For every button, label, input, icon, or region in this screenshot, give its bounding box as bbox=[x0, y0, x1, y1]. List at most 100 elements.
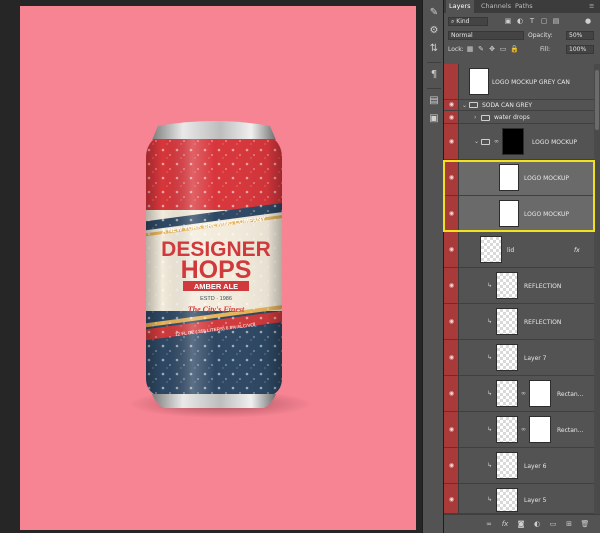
layer-row[interactable]: ◉ ⌄ SODA CAN GREY bbox=[444, 100, 594, 111]
eye-icon: ◉ bbox=[448, 426, 455, 433]
layer-row-selected[interactable]: ◉ LOGO MOCKUP bbox=[444, 160, 594, 196]
lock-position-icon[interactable]: ✥ bbox=[488, 45, 496, 53]
visibility-toggle[interactable]: ◉ bbox=[444, 111, 459, 123]
eye-icon: ◉ bbox=[448, 101, 455, 108]
layer-row[interactable]: ◉ › water drops bbox=[444, 111, 594, 124]
eye-icon: ◉ bbox=[448, 462, 455, 469]
filter-shape-icon[interactable]: ▢ bbox=[540, 17, 548, 25]
lock-pixels-icon[interactable]: ✎ bbox=[477, 45, 485, 53]
blend-mode-select[interactable]: Normal bbox=[448, 31, 524, 40]
layer-name: lid bbox=[507, 247, 515, 254]
layer-name: LOGO MOCKUP bbox=[532, 139, 578, 146]
eye-icon: ◉ bbox=[448, 210, 455, 217]
visibility-toggle[interactable]: ◉ bbox=[444, 376, 459, 411]
visibility-toggle[interactable]: ◉ bbox=[444, 340, 459, 375]
folder-icon bbox=[469, 102, 478, 108]
fx-icon[interactable]: fx bbox=[500, 519, 510, 529]
visibility-toggle[interactable]: ◉ bbox=[444, 232, 459, 267]
visibility-toggle[interactable]: ◉ bbox=[444, 412, 459, 447]
layers-panel: Layers Channels Paths ≡ ⌕ Kind ▣ ◐ T ▢ ▤… bbox=[444, 0, 600, 533]
filter-smart-object-icon[interactable]: ▤ bbox=[552, 17, 560, 25]
clipping-arrow-icon: ↳ bbox=[487, 426, 493, 433]
paragraph-icon[interactable]: ¶ bbox=[426, 68, 442, 82]
visibility-toggle[interactable]: ◉ bbox=[444, 268, 459, 303]
tab-channels[interactable]: Channels bbox=[478, 0, 514, 13]
clone-source-icon[interactable]: ⚙ bbox=[426, 24, 442, 38]
layer-row-selected[interactable]: ◉ LOGO MOCKUP bbox=[444, 196, 594, 232]
layers-scrollbar[interactable] bbox=[594, 64, 600, 514]
link-layers-icon[interactable]: ∞ bbox=[484, 519, 494, 529]
layer-row[interactable]: ◉ ↳ REFLECTION bbox=[444, 268, 594, 304]
visibility-toggle[interactable]: ◉ bbox=[444, 124, 459, 159]
new-group-icon[interactable]: ▭ bbox=[548, 519, 558, 529]
panel-menu-icon[interactable]: ≡ bbox=[586, 0, 597, 13]
layer-thumbnail bbox=[496, 272, 518, 299]
toolstrip-divider bbox=[427, 88, 441, 89]
lock-transparent-icon[interactable]: ▦ bbox=[466, 45, 474, 53]
layer-row[interactable]: ◉ ↳ REFLECTION bbox=[444, 304, 594, 340]
chevron-down-icon[interactable]: ⌄ bbox=[474, 138, 479, 145]
layer-row[interactable]: ◉ ↳ Layer 7 bbox=[444, 340, 594, 376]
can-tagline: The City's Finest bbox=[188, 305, 245, 314]
layer-thumbnail bbox=[499, 164, 519, 191]
properties-icon[interactable]: ▣ bbox=[426, 112, 442, 126]
fx-badge[interactable]: fx bbox=[574, 247, 580, 254]
layer-row[interactable]: ◉ ↳ Layer 6 bbox=[444, 448, 594, 484]
filter-pixel-icon[interactable]: ▣ bbox=[504, 17, 512, 25]
adjustment-layer-icon[interactable]: ◐ bbox=[532, 519, 542, 529]
layer-name: REFLECTION bbox=[524, 283, 562, 290]
folder-icon bbox=[481, 139, 490, 145]
visibility-toggle[interactable]: ◉ bbox=[444, 304, 459, 339]
add-mask-icon[interactable]: ◙ bbox=[516, 519, 526, 529]
filter-adjustment-icon[interactable]: ◐ bbox=[516, 17, 524, 25]
chevron-right-icon[interactable]: › bbox=[474, 114, 476, 121]
layer-thumbnail bbox=[496, 452, 518, 479]
layer-row[interactable]: ◉ ↳ Layer 5 bbox=[444, 484, 594, 514]
can-lid bbox=[152, 121, 276, 140]
fill-field[interactable]: 100% bbox=[566, 45, 594, 54]
layer-row[interactable]: ◉ ↳ ∞ Rectan... bbox=[444, 376, 594, 412]
adjustments-icon[interactable]: ⇅ bbox=[426, 42, 442, 56]
can-style-text: AMBER ALE bbox=[194, 282, 238, 291]
layer-row[interactable]: ◉ ⌄ ∞ LOGO MOCKUP bbox=[444, 124, 594, 160]
mask-thumbnail bbox=[529, 380, 551, 407]
layer-thumbnail bbox=[499, 200, 519, 227]
mask-thumbnail bbox=[502, 128, 524, 155]
libraries-icon[interactable]: ▤ bbox=[426, 94, 442, 108]
opacity-field[interactable]: 50% bbox=[566, 31, 594, 40]
scrollbar-thumb[interactable] bbox=[595, 70, 599, 130]
eye-icon: ◉ bbox=[448, 496, 455, 503]
panel-toolstrip: ✎ ⚙ ⇅ ¶ ▤ ▣ bbox=[422, 0, 444, 533]
tab-paths[interactable]: Paths bbox=[512, 0, 536, 13]
visibility-toggle[interactable]: ◉ bbox=[444, 100, 459, 110]
visibility-toggle[interactable] bbox=[444, 64, 459, 99]
eye-icon: ◉ bbox=[448, 354, 455, 361]
filter-type-icon[interactable]: T bbox=[528, 17, 536, 25]
brush-settings-icon[interactable]: ✎ bbox=[426, 6, 442, 20]
filter-toggle-icon[interactable]: ● bbox=[584, 17, 592, 25]
layer-row[interactable]: ◉ lid fx bbox=[444, 232, 594, 268]
visibility-toggle[interactable]: ◉ bbox=[444, 196, 459, 231]
clipping-arrow-icon: ↳ bbox=[487, 282, 493, 289]
toolstrip-divider bbox=[427, 62, 441, 63]
trash-icon[interactable]: 🗑 bbox=[580, 519, 590, 529]
clipping-arrow-icon: ↳ bbox=[487, 318, 493, 325]
tab-layers[interactable]: Layers bbox=[446, 0, 474, 13]
lock-all-icon[interactable]: 🔒 bbox=[510, 45, 519, 53]
layer-thumbnail bbox=[496, 308, 518, 335]
clipping-arrow-icon: ↳ bbox=[487, 390, 493, 397]
lock-artboard-icon[interactable]: ▭ bbox=[499, 45, 507, 53]
visibility-toggle[interactable]: ◉ bbox=[444, 448, 459, 483]
new-layer-icon[interactable]: ⊞ bbox=[564, 519, 574, 529]
chevron-down-icon[interactable]: ⌄ bbox=[462, 102, 467, 109]
document-canvas[interactable]: A NEW YORK BREWING COMPANY DESIGNER HOPS… bbox=[20, 6, 416, 530]
canvas-area[interactable]: A NEW YORK BREWING COMPANY DESIGNER HOPS… bbox=[0, 0, 422, 533]
visibility-toggle[interactable]: ◉ bbox=[444, 484, 459, 513]
layer-row[interactable]: ◉ ↳ ∞ Rectan... bbox=[444, 412, 594, 448]
layer-thumbnail bbox=[469, 68, 489, 95]
visibility-toggle[interactable]: ◉ bbox=[444, 160, 459, 195]
layer-thumbnail bbox=[496, 380, 518, 407]
layer-row[interactable]: LOGO MOCKUP GREY CAN bbox=[444, 64, 594, 100]
filter-kind-select[interactable]: ⌕ Kind bbox=[448, 17, 488, 26]
layer-name: Rectan... bbox=[557, 427, 584, 434]
